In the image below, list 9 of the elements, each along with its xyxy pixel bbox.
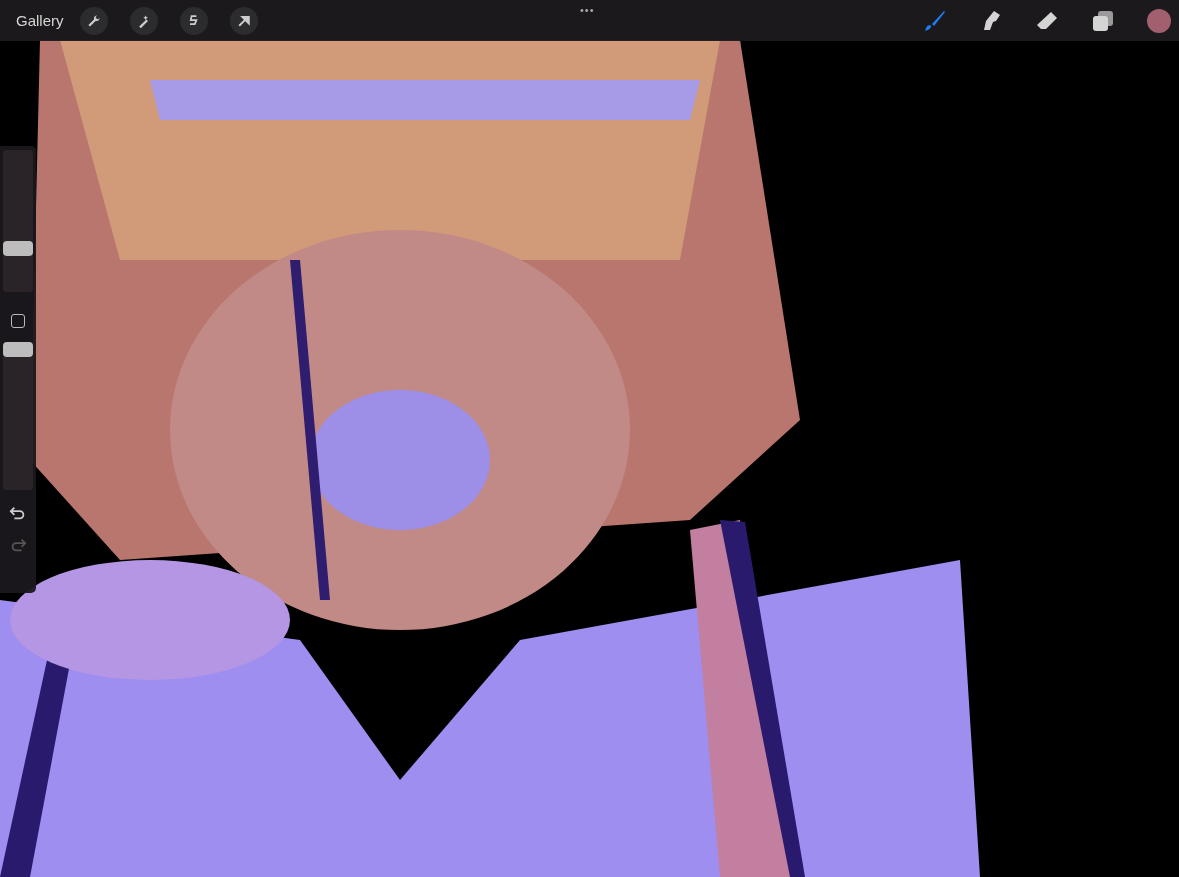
- undo-icon[interactable]: [9, 504, 27, 522]
- magic-wand-icon[interactable]: [129, 6, 158, 35]
- wrench-icon[interactable]: [79, 6, 108, 35]
- gallery-button[interactable]: Gallery: [16, 12, 64, 29]
- more-button[interactable]: •••: [580, 4, 595, 16]
- brush-size-slider[interactable]: [3, 150, 33, 292]
- square-icon[interactable]: [11, 314, 25, 328]
- selection-icon[interactable]: [179, 6, 208, 35]
- opacity-slider[interactable]: [3, 342, 33, 490]
